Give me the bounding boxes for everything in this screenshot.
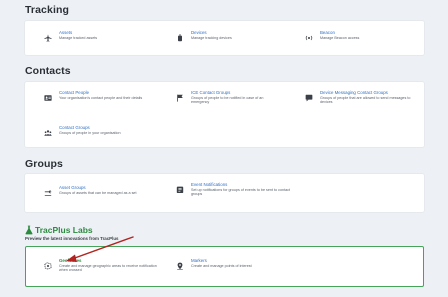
flag-icon: [175, 93, 184, 102]
contact-card-icon: [43, 93, 52, 102]
contacts-card: Contact People Your organisation's conta…: [25, 82, 424, 147]
contact-groups-link[interactable]: Contact Groups Groups of people in your …: [43, 125, 158, 137]
labs-subtitle: Preview the latest innovations from Trac…: [25, 236, 119, 241]
asset-groups-desc: Groups of assets that can be managed as …: [59, 190, 137, 195]
labs-heading: TracPlus Labs: [25, 225, 93, 235]
contacts-heading: Contacts: [25, 65, 71, 77]
geofences-link[interactable]: Geofences Create and manage geographic a…: [43, 258, 163, 273]
tracking-card: Assets Manage tracked assets Devices Man…: [25, 21, 424, 55]
asset-groups-link[interactable]: Asset Groups Groups of assets that can b…: [43, 185, 158, 197]
devices-link[interactable]: Devices Manage tracking devices: [175, 30, 290, 42]
event-notifications-link[interactable]: Event Notifications Set up notifications…: [175, 182, 290, 197]
tracking-heading: Tracking: [25, 4, 69, 16]
event-notifications-desc: Set up notifications for groups of event…: [191, 187, 291, 197]
ice-contact-groups-desc: Groups of people to be notified in case …: [191, 95, 264, 105]
settings-page: Tracking Assets Manage tracked assets De…: [0, 0, 448, 297]
groups-card: Asset Groups Groups of assets that can b…: [25, 174, 424, 212]
devices-desc: Manage tracking devices: [191, 35, 232, 40]
marker-icon: [175, 261, 184, 270]
people-group-icon: [43, 128, 52, 137]
geofence-icon: [43, 261, 52, 270]
beacon-desc: Manage Beacon access: [320, 35, 360, 40]
airplane-group-icon: [43, 188, 52, 197]
contact-people-desc: Your organisation's contact people and t…: [59, 95, 143, 100]
flask-icon: [25, 225, 33, 235]
beacon-icon: [304, 33, 313, 42]
device-icon: [175, 33, 184, 42]
message-icon: [304, 93, 313, 102]
ice-contact-groups-link[interactable]: ICE Contact Groups Groups of people to b…: [175, 90, 290, 105]
markers-link[interactable]: Markers Create and manage points of inte…: [175, 258, 295, 270]
contact-groups-desc: Groups of people in your organisation: [59, 130, 121, 135]
notification-icon: [175, 185, 184, 194]
labs-card: Geofences Create and manage geographic a…: [25, 246, 424, 287]
airplane-icon: [43, 33, 52, 42]
beacon-link[interactable]: Beacon Manage Beacon access: [304, 30, 419, 42]
labs-brand: TracPlus Labs: [35, 225, 93, 235]
geofences-desc: Create and manage geographic areas to re…: [59, 263, 157, 273]
groups-heading: Groups: [25, 158, 63, 170]
markers-desc: Create and manage points of interest: [191, 263, 252, 268]
assets-link[interactable]: Assets Manage tracked assets: [43, 30, 158, 42]
device-messaging-groups-link[interactable]: Device Messaging Contact Groups Groups o…: [304, 90, 422, 105]
assets-desc: Manage tracked assets: [59, 35, 98, 40]
device-messaging-groups-desc: Groups of people that are allowed to sen…: [320, 95, 411, 105]
contact-people-link[interactable]: Contact People Your organisation's conta…: [43, 90, 158, 102]
